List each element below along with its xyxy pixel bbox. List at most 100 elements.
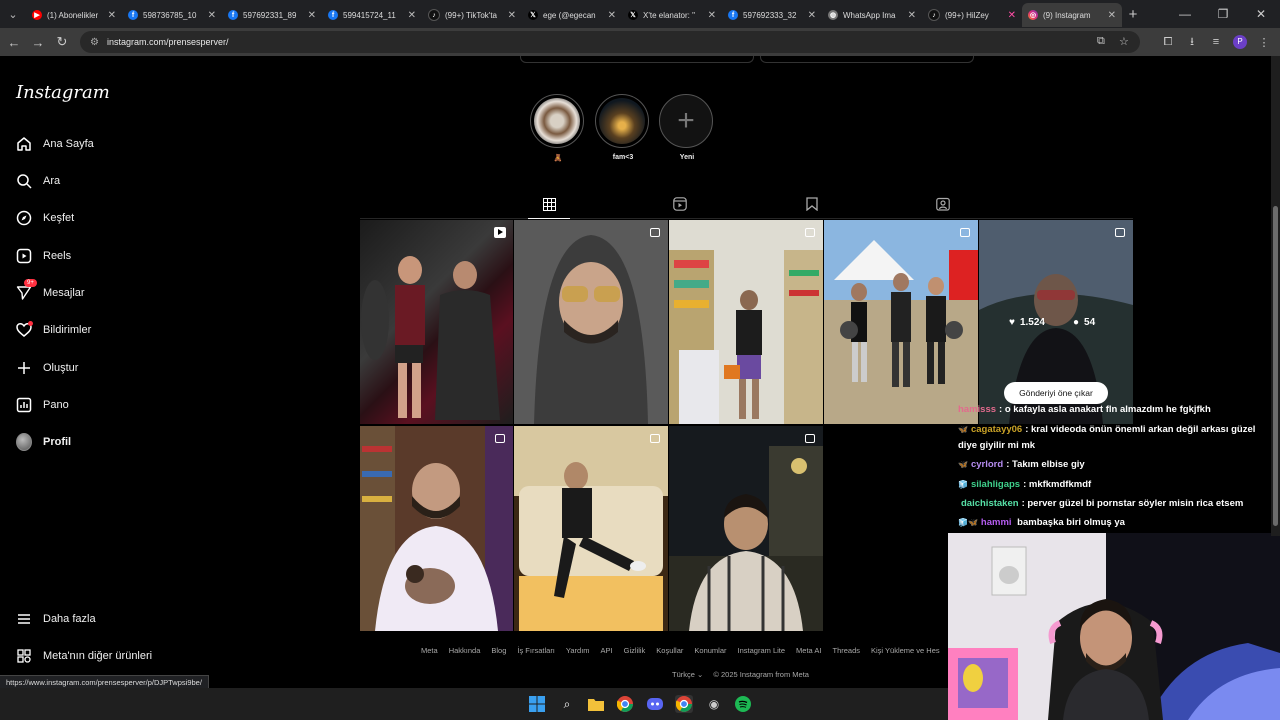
footer-link[interactable]: Kişi Yükleme ve Hes xyxy=(871,646,940,655)
sidebar-item-create[interactable]: Oluştur xyxy=(16,356,78,380)
footer-bottom: Türkçe ⌄ © 2025 Instagram from Meta xyxy=(672,670,809,679)
extensions-icon[interactable]: ⧠ xyxy=(1156,36,1180,49)
edit-profile-button[interactable] xyxy=(520,56,754,63)
profile-avatar-icon[interactable]: P xyxy=(1233,35,1247,49)
browser-tab[interactable]: ♪ (99+) TikTok'ta ✕ xyxy=(422,3,522,27)
footer-link[interactable]: İş Fırsatları xyxy=(517,646,555,655)
new-tab-plus-icon[interactable]: + xyxy=(1122,6,1144,23)
scrollbar-thumb[interactable] xyxy=(1273,206,1278,526)
sidebar-item-dashboard[interactable]: Pano xyxy=(16,393,69,417)
browser-tab[interactable]: f 599415724_11 ✕ xyxy=(322,3,422,27)
browser-tab[interactable]: f 597692331_89 ✕ xyxy=(222,3,322,27)
sidebar-item-home[interactable]: Ana Sayfa xyxy=(16,132,94,156)
windows-start-icon[interactable] xyxy=(528,695,546,713)
chrome-icon-active[interactable] xyxy=(675,695,693,713)
chat-message: 🧊 silahligaps: mkfkmdfkmdf xyxy=(958,479,1092,490)
search-icon[interactable]: ⌕ xyxy=(558,695,576,713)
close-tab-icon[interactable]: ✕ xyxy=(908,10,916,21)
forward-arrow-icon[interactable]: → xyxy=(26,35,50,50)
download-icon[interactable]: ⭳ xyxy=(1180,33,1204,52)
close-tab-icon[interactable]: ✕ xyxy=(108,10,116,21)
browser-tab[interactable]: 𝕏ege (@egecan ✕ xyxy=(522,3,622,27)
sidebar-item-reels[interactable]: Reels xyxy=(16,244,71,268)
language-select[interactable]: Türkçe ⌄ xyxy=(672,670,703,679)
site-info-icon[interactable]: ⚙ xyxy=(90,37,99,48)
footer-link[interactable]: Gizlilik xyxy=(624,646,646,655)
footer-link[interactable]: Koşullar xyxy=(656,646,683,655)
close-tab-icon[interactable]: ✕ xyxy=(608,10,616,21)
sidebar-item-notifications[interactable]: Bildirimler xyxy=(16,318,91,342)
close-tab-icon[interactable]: ✕ xyxy=(408,10,416,21)
footer-link[interactable]: Instagram Lite xyxy=(738,646,786,655)
comment-count: ● 54 xyxy=(1073,317,1096,328)
post-thumbnail[interactable] xyxy=(360,426,513,631)
tab-tagged[interactable] xyxy=(933,195,953,213)
streamer-webcam xyxy=(948,533,1280,720)
file-explorer-icon[interactable] xyxy=(587,695,605,713)
tab-search-chevron-icon[interactable]: ⌄ xyxy=(0,0,26,28)
footer-link[interactable]: Blog xyxy=(491,646,506,655)
close-tab-icon[interactable]: ✕ xyxy=(708,10,716,21)
story-highlight[interactable]: 🧸 xyxy=(530,94,586,162)
post-thumbnail[interactable] xyxy=(669,220,823,424)
post-thumbnail[interactable] xyxy=(514,426,668,631)
footer-link[interactable]: Yardım xyxy=(566,646,590,655)
post-thumbnail[interactable] xyxy=(669,426,823,631)
chat-message: 🦋 cyrlord: Takım elbise giy xyxy=(958,459,1085,470)
post-thumbnail[interactable] xyxy=(824,220,978,424)
footer-link[interactable]: Meta AI xyxy=(796,646,821,655)
back-arrow-icon[interactable]: ← xyxy=(2,35,26,50)
sidebar-item-meta-products[interactable]: Meta'nın diğer ürünleri xyxy=(16,644,152,668)
post-thumbnail[interactable] xyxy=(360,220,513,424)
search-icon xyxy=(16,173,32,189)
close-tab-icon[interactable]: ✕ xyxy=(508,10,516,21)
kebab-menu-icon[interactable]: ⋮ xyxy=(1252,36,1276,49)
tab-saved[interactable] xyxy=(802,195,822,213)
browser-tab[interactable]: ▶ (1) Abonelikler ✕ xyxy=(26,3,122,27)
url-text[interactable]: instagram.com/prensesperver/ xyxy=(107,37,229,47)
reload-icon[interactable]: ↻ xyxy=(50,34,74,50)
sidebar-item-messages[interactable]: 9+ Mesajlar xyxy=(16,279,85,305)
chrome-icon[interactable] xyxy=(616,695,634,713)
sidebar-item-search[interactable]: Ara xyxy=(16,169,60,193)
footer-link[interactable]: Meta xyxy=(421,646,438,655)
sidebar-item-profile[interactable]: Profil xyxy=(16,430,71,454)
browser-tab[interactable]: ◍ WhatsApp Ima ✕ xyxy=(822,3,922,27)
tab-posts[interactable] xyxy=(539,195,559,213)
footer-link[interactable]: Hakkında xyxy=(449,646,481,655)
window-close-icon[interactable]: ✕ xyxy=(1242,0,1280,28)
browser-tab[interactable]: ♪ (99+) HilZey ✕ xyxy=(922,3,1022,27)
close-tab-icon[interactable]: ✕ xyxy=(808,10,816,21)
browser-tab[interactable]: 𝕏 X'te elanator: " ✕ xyxy=(622,3,722,27)
youtube-icon: ▶ xyxy=(32,10,42,20)
browser-tab[interactable]: f 598736785_10 ✕ xyxy=(122,3,222,27)
browser-tab-active[interactable]: ◎ (9) Instagram ✕ xyxy=(1022,3,1122,27)
sidebar-item-explore[interactable]: Keşfet xyxy=(16,206,74,230)
bookmark-star-icon[interactable]: ☆ xyxy=(1119,35,1129,48)
address-bar[interactable]: ⚙ instagram.com/prensesperver/ ⧉ ☆ xyxy=(80,31,1140,53)
new-highlight-button[interactable]: + Yeni xyxy=(659,94,715,161)
spotify-icon[interactable] xyxy=(734,695,752,713)
close-tab-icon[interactable]: ✕ xyxy=(308,10,316,21)
tab-reels[interactable] xyxy=(670,195,690,213)
close-tab-icon[interactable]: ✕ xyxy=(208,10,216,21)
instagram-logo[interactable]: Instagram xyxy=(16,82,110,103)
archive-button[interactable] xyxy=(760,56,974,63)
sidebar-item-more[interactable]: Daha fazla xyxy=(16,607,96,631)
story-highlight[interactable]: fam<3 xyxy=(595,94,651,161)
obs-icon[interactable]: ◉ xyxy=(705,695,723,713)
install-app-icon[interactable]: ⧉ xyxy=(1097,35,1105,48)
page-scrollbar[interactable] xyxy=(1271,56,1280,536)
reading-list-icon[interactable]: ≡ xyxy=(1204,36,1228,48)
footer-link[interactable]: API xyxy=(601,646,613,655)
post-thumbnail[interactable] xyxy=(514,220,668,424)
browser-tab[interactable]: f 597692333_32 ✕ xyxy=(722,3,822,27)
discord-icon[interactable] xyxy=(646,695,664,713)
restore-icon[interactable]: ❐ xyxy=(1204,0,1242,28)
footer-link[interactable]: Konumlar xyxy=(694,646,726,655)
footer-link[interactable]: Threads xyxy=(832,646,860,655)
chat-message: hamisss: o kafayla asla anakart fln alma… xyxy=(958,404,1211,415)
close-tab-icon[interactable]: ✕ xyxy=(1108,10,1116,21)
minimize-icon[interactable]: — xyxy=(1166,0,1204,28)
close-tab-icon[interactable]: ✕ xyxy=(1008,10,1016,21)
